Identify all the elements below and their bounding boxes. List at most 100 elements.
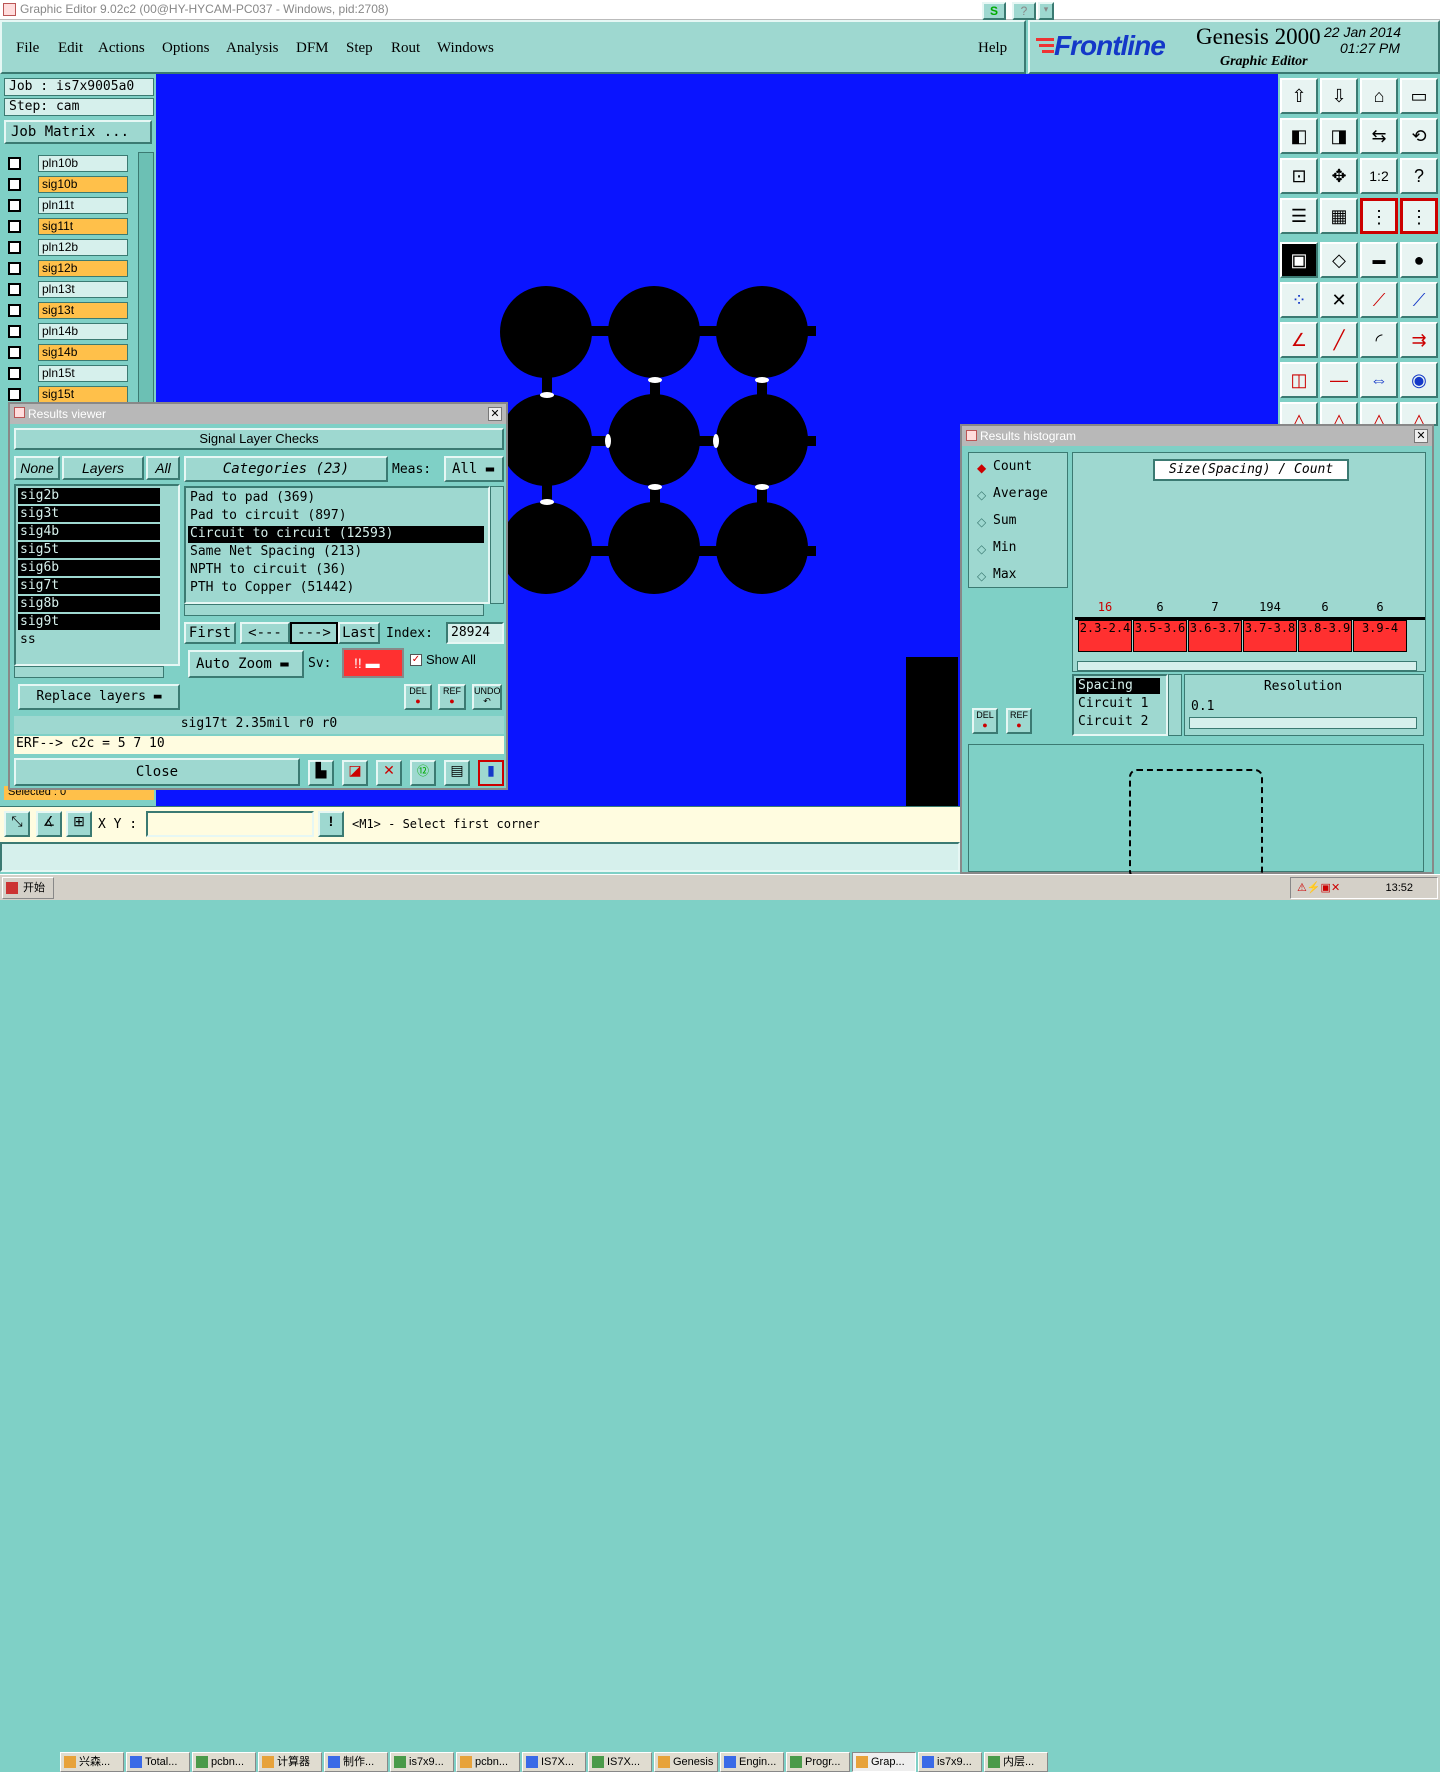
- layer-checkbox[interactable]: [8, 157, 21, 170]
- taskbar-item[interactable]: pcbn...: [192, 1752, 256, 1772]
- layer-checkbox[interactable]: [8, 241, 21, 254]
- minus-icon[interactable]: —: [1320, 362, 1358, 398]
- first-button[interactable]: First: [184, 622, 236, 644]
- spacing-item[interactable]: Circuit 1: [1076, 696, 1160, 712]
- pad-icon[interactable]: ◫: [1280, 362, 1318, 398]
- histogram-bar[interactable]: 3.6-3.7: [1188, 620, 1242, 652]
- result-layer-item[interactable]: sig3t: [18, 506, 160, 522]
- xy-input[interactable]: [146, 811, 314, 837]
- histogram-bar[interactable]: 3.9-4: [1353, 620, 1407, 652]
- pan-icon[interactable]: ✥: [1320, 158, 1358, 194]
- result-layer-item[interactable]: sig6b: [18, 560, 160, 576]
- export-icon[interactable]: ◪: [342, 760, 368, 786]
- chart-icon[interactable]: ▙: [308, 760, 334, 786]
- query-icon[interactable]: ?: [1400, 158, 1438, 194]
- layer-name[interactable]: sig11t: [38, 218, 128, 235]
- violation-marker[interactable]: [648, 484, 662, 490]
- link-icon[interactable]: ⟋: [1400, 282, 1438, 318]
- result-layer-item[interactable]: sig7t: [18, 578, 160, 594]
- violation-marker[interactable]: [755, 377, 769, 383]
- resolution-slider[interactable]: [1189, 717, 1417, 729]
- layer-name[interactable]: pln11t: [38, 197, 128, 214]
- help-icon[interactable]: ?: [1012, 2, 1036, 20]
- snap-icon[interactable]: ⤡: [4, 811, 30, 837]
- close-icon[interactable]: ✕: [488, 407, 502, 421]
- category-item[interactable]: Pad to pad (369): [188, 490, 484, 507]
- tri4-icon[interactable]: △: [1400, 402, 1438, 430]
- result-layer-item[interactable]: sig9t: [18, 614, 160, 630]
- taskbar-item[interactable]: is7x9...: [918, 1752, 982, 1772]
- dot-icon[interactable]: ●: [1400, 242, 1438, 278]
- layer-name[interactable]: pln12b: [38, 239, 128, 256]
- taskbar-item[interactable]: Engin...: [720, 1752, 784, 1772]
- menu-rout[interactable]: Rout: [391, 40, 420, 57]
- categories-button[interactable]: Categories (23): [184, 456, 388, 482]
- tri-icon[interactable]: △: [1280, 402, 1318, 430]
- job-matrix-button[interactable]: Job Matrix ...: [4, 120, 152, 144]
- layer-checkbox[interactable]: [8, 346, 21, 359]
- result-layer-item[interactable]: ss: [18, 632, 160, 648]
- index-input[interactable]: 28924: [446, 622, 504, 644]
- layer-name[interactable]: pln13t: [38, 281, 128, 298]
- mode-radio-icon[interactable]: ◇: [977, 569, 986, 583]
- layer-row[interactable]: sig13t: [6, 301, 128, 320]
- shapes-icon[interactable]: ◉: [1400, 362, 1438, 398]
- meas-select[interactable]: All ▬: [444, 456, 504, 482]
- category-vscroll[interactable]: [490, 486, 504, 604]
- histogram-bar[interactable]: 3.7-3.8: [1243, 620, 1297, 652]
- category-item[interactable]: Pad to circuit (897): [188, 508, 484, 525]
- menu-windows[interactable]: Windows: [437, 40, 494, 57]
- violation-marker[interactable]: [605, 434, 611, 448]
- taskbar-item[interactable]: Genesis: [654, 1752, 718, 1772]
- layer-up-icon[interactable]: ⇧: [1280, 78, 1318, 114]
- taskbar-item[interactable]: Progr...: [786, 1752, 850, 1772]
- hist-del-button[interactable]: DEL ●: [972, 708, 998, 734]
- layer-name[interactable]: sig12b: [38, 260, 128, 277]
- start-button[interactable]: 开始: [2, 877, 54, 899]
- angle-icon[interactable]: ∠: [1280, 322, 1318, 358]
- histogram-bar[interactable]: 2.3-2.4: [1078, 620, 1132, 652]
- layer-checkbox[interactable]: [8, 325, 21, 338]
- notes-icon[interactable]: ▤: [444, 760, 470, 786]
- window-icon[interactable]: ▭: [1400, 78, 1438, 114]
- result-layer-item[interactable]: sig5t: [18, 542, 160, 558]
- taskbar-item[interactable]: Grap...: [852, 1752, 916, 1772]
- layer-checkbox[interactable]: [8, 283, 21, 296]
- layer-name[interactable]: sig13t: [38, 302, 128, 319]
- spacing-item[interactable]: Circuit 2: [1076, 714, 1160, 730]
- layer-checkbox[interactable]: [8, 220, 21, 233]
- layer-results-list[interactable]: sig2b sig3t sig4b sig5t sig6b sig7t sig8b sig9t…: [14, 484, 180, 666]
- taskbar-item[interactable]: pcbn...: [456, 1752, 520, 1772]
- spacing-list[interactable]: Spacing Circuit 1 Circuit 2: [1072, 674, 1168, 736]
- category-list[interactable]: Pad to pad (369) Pad to circuit (897) Circ…: [184, 486, 490, 604]
- no-erf-icon[interactable]: ✕: [376, 760, 402, 786]
- histogram-icon[interactable]: ▮: [478, 760, 504, 786]
- cross-icon[interactable]: ✕: [1320, 282, 1358, 318]
- layer-down-icon[interactable]: ⇩: [1320, 78, 1358, 114]
- draw-icon[interactable]: ◇: [1320, 242, 1358, 278]
- show-all-checkbox[interactable]: ✓: [410, 654, 422, 666]
- arc-icon[interactable]: ◜: [1360, 322, 1398, 358]
- swap-icon[interactable]: ⇆: [1360, 118, 1398, 154]
- category-hscroll[interactable]: [184, 604, 484, 616]
- mode-label[interactable]: Min: [993, 540, 1016, 555]
- mode-radio-icon[interactable]: ◇: [977, 515, 986, 529]
- taskbar-item[interactable]: IS7X...: [588, 1752, 652, 1772]
- menu-analysis[interactable]: Analysis: [226, 40, 279, 57]
- ratio-icon[interactable]: 1:2: [1360, 158, 1398, 194]
- all-button[interactable]: All: [146, 456, 180, 480]
- layer-checkbox[interactable]: [8, 199, 21, 212]
- mode-radio-icon[interactable]: ◇: [977, 488, 986, 502]
- taskbar-item[interactable]: is7x9...: [390, 1752, 454, 1772]
- result-layer-item[interactable]: sig2b: [18, 488, 160, 504]
- tri2-icon[interactable]: △: [1320, 402, 1358, 430]
- settings-icon[interactable]: ☰: [1280, 198, 1318, 234]
- measure-icon[interactable]: ∡: [36, 811, 62, 837]
- category-item[interactable]: PTH to Copper (51442): [188, 580, 484, 597]
- violation-marker[interactable]: [540, 392, 554, 398]
- category-item[interactable]: Same Net Spacing (213): [188, 544, 484, 561]
- move-right-icon[interactable]: ◨: [1320, 118, 1358, 154]
- layer-checkbox[interactable]: [8, 262, 21, 275]
- alert-icon[interactable]: !: [318, 811, 344, 837]
- layer-name[interactable]: pln10b: [38, 155, 128, 172]
